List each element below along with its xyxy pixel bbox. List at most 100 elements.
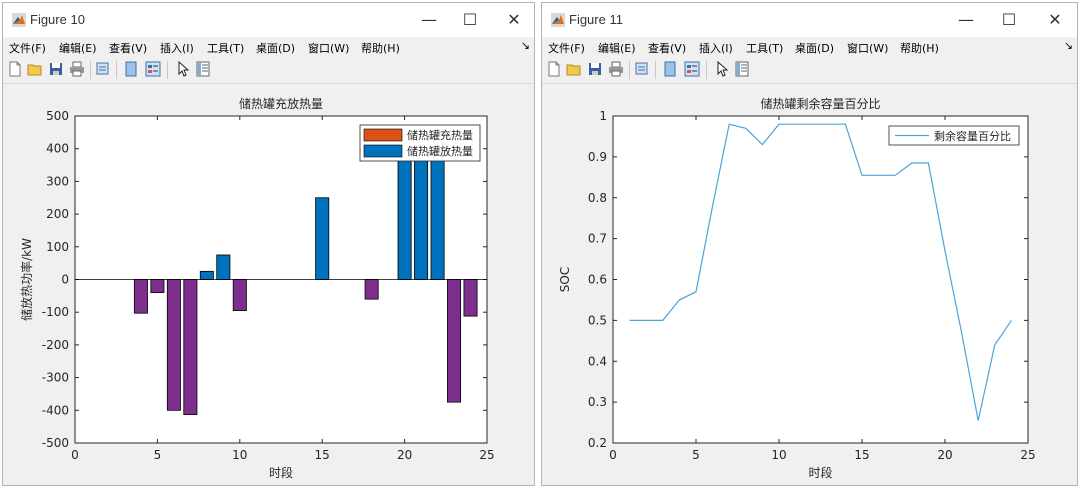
x-tick-label: 0 — [609, 448, 617, 462]
pointer-icon[interactable] — [714, 61, 730, 77]
menu-window[interactable]: 窗口(W) — [847, 40, 888, 56]
close-button[interactable]: ✕ — [1044, 10, 1066, 30]
y-tick-label: 0 — [61, 273, 69, 287]
menu-window[interactable]: 窗口(W) — [308, 40, 349, 56]
print-preview-icon[interactable] — [634, 61, 650, 77]
bar — [199, 270, 214, 280]
menu-overflow-icon[interactable]: ↘ — [1064, 39, 1073, 52]
menu-desktop[interactable]: 桌面(D) — [256, 40, 295, 56]
y-axis-label: 储放热功率/kW — [19, 238, 34, 321]
minimize-button[interactable]: — — [955, 10, 977, 30]
y-tick-label: 0.2 — [588, 436, 607, 450]
menu-insert[interactable]: 插入(I) — [699, 40, 733, 56]
menu-file[interactable]: 文件(F) — [9, 40, 46, 56]
print-preview-icon[interactable] — [95, 61, 111, 77]
y-tick-label: 0.8 — [588, 191, 607, 205]
y-tick-label: 400 — [46, 142, 69, 156]
bar-chart-figure[interactable]: 0 5 10 15 20 25 -500 -400 -300 -200 -100 0 100 200 300… — [3, 84, 534, 485]
open-folder-icon[interactable] — [27, 61, 43, 77]
bar — [447, 279, 462, 403]
menu-tools[interactable]: 工具(T) — [207, 40, 244, 56]
y-tick-label: 500 — [46, 109, 69, 123]
link-plot-icon[interactable] — [123, 61, 139, 77]
y-tick-label: -400 — [42, 403, 69, 417]
print-icon[interactable] — [608, 61, 624, 77]
x-axis-label: 时段 — [808, 465, 832, 480]
toolbar — [3, 57, 534, 84]
window-title: Figure 10 — [30, 12, 85, 27]
legend-label: 储热罐充热量 — [407, 128, 473, 142]
link-plot-icon[interactable] — [662, 61, 678, 77]
toolbar-separator — [116, 61, 117, 79]
pointer-icon[interactable] — [175, 61, 191, 77]
chart-title: 储热罐剩余容量百分比 — [760, 96, 880, 111]
property-editor-icon[interactable] — [195, 61, 211, 77]
bar — [430, 154, 445, 280]
legend-label: 剩余容量百分比 — [934, 129, 1011, 143]
toolbar-separator — [90, 61, 91, 79]
bar — [183, 279, 198, 415]
new-file-icon[interactable] — [7, 61, 23, 77]
y-tick-label: 0.3 — [588, 395, 607, 409]
insert-legend-icon[interactable] — [684, 61, 700, 77]
toolbar-separator — [655, 61, 656, 79]
menu-edit[interactable]: 编辑(E) — [59, 40, 97, 56]
minimize-button[interactable]: — — [418, 10, 440, 30]
bar — [414, 154, 429, 280]
toolbar-separator — [167, 61, 168, 79]
menu-view[interactable]: 查看(V) — [648, 40, 686, 56]
bar — [133, 279, 148, 314]
x-tick-label: 25 — [479, 448, 494, 462]
menu-tools[interactable]: 工具(T) — [746, 40, 783, 56]
menu-file[interactable]: 文件(F) — [548, 40, 585, 56]
menu-help[interactable]: 帮助(H) — [361, 40, 400, 56]
maximize-button[interactable]: ☐ — [998, 10, 1020, 30]
menu-insert[interactable]: 插入(I) — [160, 40, 194, 56]
matlab-icon — [551, 13, 565, 27]
menu-bar: 文件(F) 编辑(E) 查看(V) 插入(I) 工具(T) 桌面(D) 窗口(W… — [542, 37, 1077, 57]
legend-label: 储热罐放热量 — [407, 144, 473, 158]
figure-window-10: Figure 10 — ☐ ✕ 文件(F) 编辑(E) 查看(V) 插入(I) … — [2, 2, 535, 486]
x-tick-label: 10 — [232, 448, 247, 462]
figure-window-11: Figure 11 — ☐ ✕ 文件(F) 编辑(E) 查看(V) 插入(I) … — [541, 2, 1078, 486]
open-folder-icon[interactable] — [566, 61, 582, 77]
chart-title: 储热罐充放热量 — [239, 96, 323, 111]
y-axis-label: SOC — [558, 267, 572, 292]
y-tick-label: -300 — [42, 371, 69, 385]
menu-bar: 文件(F) 编辑(E) 查看(V) 插入(I) 工具(T) 桌面(D) 窗口(W… — [3, 37, 534, 57]
save-icon[interactable] — [587, 61, 603, 77]
menu-overflow-icon[interactable]: ↘ — [521, 39, 530, 52]
title-bar[interactable]: Figure 11 — ☐ ✕ — [542, 3, 1077, 37]
menu-edit[interactable]: 编辑(E) — [598, 40, 636, 56]
x-tick-label: 20 — [397, 448, 412, 462]
insert-legend-icon[interactable] — [145, 61, 161, 77]
x-axis-label: 时段 — [269, 465, 293, 480]
y-tick-label: 1 — [599, 109, 607, 123]
new-file-icon[interactable] — [546, 61, 562, 77]
y-tick-label: 0.7 — [588, 232, 607, 246]
menu-help[interactable]: 帮助(H) — [900, 40, 939, 56]
bar — [232, 279, 247, 311]
toolbar — [542, 57, 1077, 84]
y-tick-label: 100 — [46, 240, 69, 254]
plot-area — [612, 115, 1029, 444]
toolbar-separator — [629, 61, 630, 79]
line-chart-figure[interactable]: 0 5 10 15 20 25 0.2 0.3 0.4 0.5 0.6 0.7 0.8 0.9 1 储热罐剩余… — [542, 84, 1077, 485]
x-tick-label: 15 — [315, 448, 330, 462]
y-tick-label: 0.6 — [588, 273, 607, 287]
title-bar[interactable]: Figure 10 — ☐ ✕ — [3, 3, 534, 37]
x-tick-label: 15 — [854, 448, 869, 462]
menu-view[interactable]: 查看(V) — [109, 40, 147, 56]
maximize-button[interactable]: ☐ — [459, 10, 481, 30]
close-button[interactable]: ✕ — [503, 10, 525, 30]
menu-desktop[interactable]: 桌面(D) — [795, 40, 834, 56]
property-editor-icon[interactable] — [734, 61, 750, 77]
y-tick-label: 200 — [46, 207, 69, 221]
toolbar-separator — [706, 61, 707, 79]
print-icon[interactable] — [69, 61, 85, 77]
y-tick-label: -500 — [42, 436, 69, 450]
y-tick-label: -100 — [42, 305, 69, 319]
y-tick-label: 0.9 — [588, 150, 607, 164]
bar — [315, 197, 330, 280]
save-icon[interactable] — [48, 61, 64, 77]
